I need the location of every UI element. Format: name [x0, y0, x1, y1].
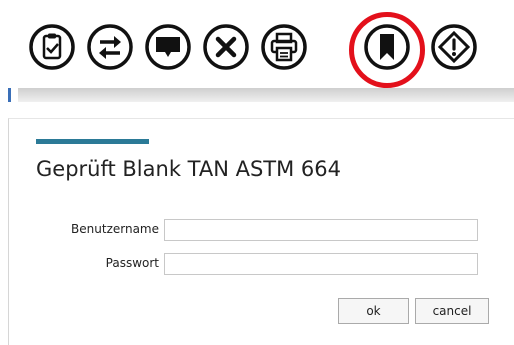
cancel-x-button[interactable]	[202, 23, 250, 71]
print-icon	[261, 24, 307, 70]
swap-button[interactable]	[86, 23, 134, 71]
warning-diamond-icon	[431, 24, 477, 70]
blue-marker	[8, 88, 11, 102]
username-input[interactable]	[164, 219, 478, 241]
cancel-x-icon	[203, 24, 249, 70]
comment-icon	[145, 24, 191, 70]
password-input[interactable]	[164, 253, 478, 275]
swap-arrows-icon	[87, 24, 133, 70]
toolbar	[0, 0, 514, 88]
comment-button[interactable]	[144, 23, 192, 71]
username-label: Benutzername	[71, 222, 159, 236]
cancel-button[interactable]: cancel	[415, 298, 489, 324]
bookmark-button[interactable]	[363, 23, 411, 71]
clipboard-check-icon	[29, 24, 75, 70]
warning-button[interactable]	[430, 23, 478, 71]
toolbar-divider	[18, 88, 514, 102]
login-dialog: Geprüft Blank TAN ASTM 664 Benutzername …	[8, 118, 514, 345]
dialog-title: Geprüft Blank TAN ASTM 664	[36, 157, 342, 181]
print-button[interactable]	[260, 23, 308, 71]
password-label: Passwort	[105, 256, 159, 270]
bookmark-icon	[364, 24, 410, 70]
title-accent-bar	[36, 139, 149, 144]
clipboard-check-button[interactable]	[28, 23, 76, 71]
ok-button[interactable]: ok	[338, 298, 409, 324]
